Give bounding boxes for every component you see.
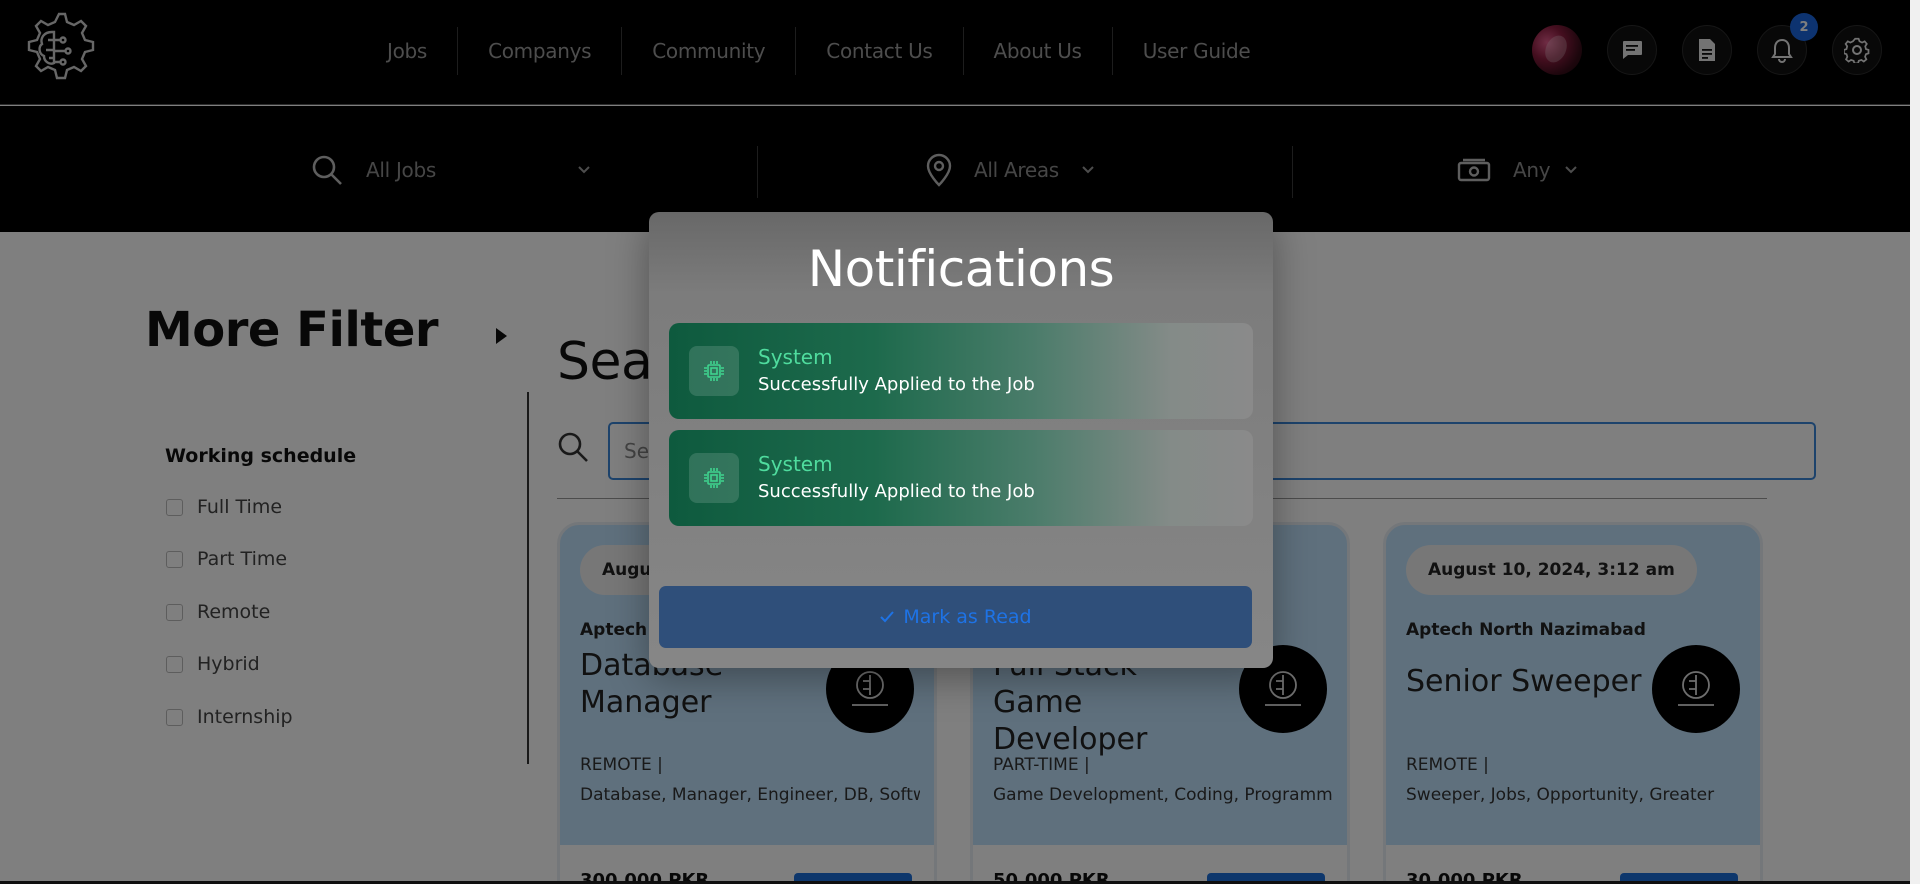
checkmark-icon (880, 611, 895, 623)
notifications-modal: Notifications System Successfully Applie… (649, 212, 1273, 668)
notification-item[interactable]: System Successfully Applied to the Job (669, 323, 1253, 419)
mark-as-read-button[interactable]: Mark as Read (659, 586, 1252, 648)
cpu-chip-icon (689, 346, 739, 396)
notification-message: Successfully Applied to the Job (758, 481, 1035, 502)
notifications-title: Notifications (807, 240, 1115, 298)
notification-sender: System (758, 345, 833, 369)
notification-message: Successfully Applied to the Job (758, 374, 1035, 395)
page-scrollbar[interactable] (1910, 0, 1920, 884)
mark-as-read-label: Mark as Read (903, 606, 1032, 628)
cpu-chip-icon (689, 453, 739, 503)
notification-sender: System (758, 452, 833, 476)
notification-item[interactable]: System Successfully Applied to the Job (669, 430, 1253, 526)
